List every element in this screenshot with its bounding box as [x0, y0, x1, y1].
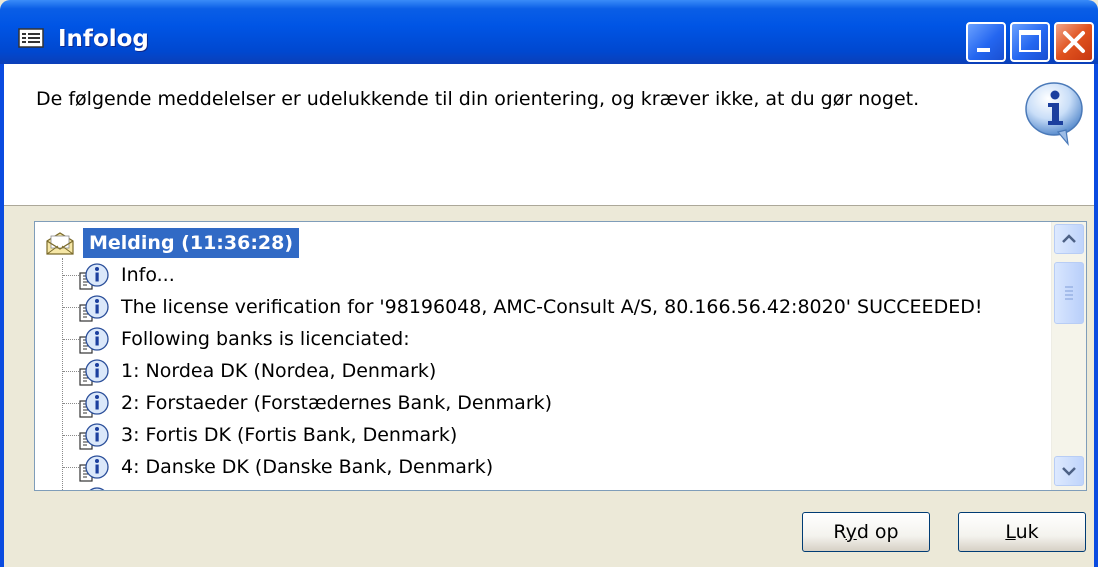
- tree-item-text: 4: Danske DK (Danske Bank, Denmark): [121, 456, 494, 478]
- message-tree[interactable]: Melding (11:36:28) Info... The license v…: [35, 222, 1051, 490]
- tree-item-text: 2: Forstaeder (Forstædernes Bank, Denmar…: [121, 392, 553, 414]
- chevron-down-icon: [1062, 467, 1076, 476]
- tree-connector: [63, 339, 79, 340]
- tree-connector: [63, 275, 79, 276]
- scroll-thumb[interactable]: [1054, 262, 1084, 324]
- tree-item[interactable]: 2: Forstaeder (Forstædernes Bank, Denmar…: [35, 387, 1045, 419]
- cleanup-button[interactable]: Ryd op: [802, 512, 930, 552]
- tree-item[interactable]: 4: Danske DK (Danske Bank, Denmark): [35, 451, 1045, 483]
- chevron-up-icon: [1062, 234, 1076, 243]
- tree-item-text: Following banks is licenciated:: [121, 328, 410, 350]
- info-doc-icon: [79, 423, 109, 450]
- close-button[interactable]: Luk: [958, 512, 1086, 552]
- close-icon: [1063, 31, 1085, 53]
- scroll-down-button[interactable]: [1054, 456, 1084, 486]
- message-tree-panel: Melding (11:36:28) Info... The license v…: [34, 221, 1087, 491]
- envelope-icon: [46, 232, 74, 255]
- scroll-up-button[interactable]: [1054, 224, 1084, 254]
- tree-item[interactable]: 1: Nordea DK (Nordea, Denmark): [35, 355, 1045, 387]
- infolog-window: Infolog De følgende meddelelser er udelu…: [0, 0, 1098, 567]
- info-message: De følgende meddelelser er udelukkende t…: [36, 88, 920, 110]
- window-title: Infolog: [58, 26, 149, 52]
- info-doc-icon: [79, 327, 109, 354]
- tree-connector: [63, 307, 79, 308]
- minimize-icon: [977, 48, 990, 52]
- tree-connector: [63, 467, 79, 468]
- info-doc-icon: [79, 295, 109, 322]
- tree-item[interactable]: 3: Fortis DK (Fortis Bank, Denmark): [35, 419, 1045, 451]
- title-bar[interactable]: Infolog: [0, 0, 1098, 64]
- tree-item[interactable]: The license verification for '98196048, …: [35, 291, 1045, 323]
- info-doc-icon: [79, 391, 109, 418]
- tree-item-text: 1: Nordea DK (Nordea, Denmark): [121, 360, 437, 382]
- cleanup-label-end: d op: [856, 521, 899, 543]
- form-icon: [18, 28, 44, 48]
- info-doc-icon: [79, 263, 109, 290]
- info-doc-icon: [89, 487, 105, 490]
- info-doc-icon: [79, 455, 109, 482]
- minimize-button[interactable]: [966, 22, 1006, 62]
- tree-connector: [63, 371, 79, 372]
- info-bubble-icon: [1025, 82, 1083, 146]
- close-window-button[interactable]: [1054, 22, 1094, 62]
- tree-item[interactable]: Following banks is licenciated:: [35, 323, 1045, 355]
- tree-item[interactable]: Info...: [35, 259, 1045, 291]
- cleanup-label-start: R: [833, 521, 846, 543]
- maximize-icon: [1019, 30, 1041, 52]
- maximize-button[interactable]: [1010, 22, 1050, 62]
- cleanup-accelerator: y: [845, 521, 857, 543]
- tree-root-label: Melding (11:36:28): [83, 228, 300, 258]
- message-panel: [4, 64, 1094, 206]
- tree-connector: [63, 403, 79, 404]
- tree-item-text: Info...: [121, 264, 175, 286]
- grip-icon: [1065, 286, 1073, 300]
- tree-item-partial[interactable]: [35, 483, 1045, 490]
- close-label-end: uk: [1015, 521, 1039, 543]
- tree-item-text: The license verification for '98196048, …: [121, 296, 983, 318]
- close-accelerator: L: [1005, 521, 1016, 543]
- tree-connector: [63, 435, 79, 436]
- tree-item-text: 3: Fortis DK (Fortis Bank, Denmark): [121, 424, 458, 446]
- vertical-scrollbar[interactable]: [1051, 222, 1086, 490]
- info-doc-icon: [79, 359, 109, 386]
